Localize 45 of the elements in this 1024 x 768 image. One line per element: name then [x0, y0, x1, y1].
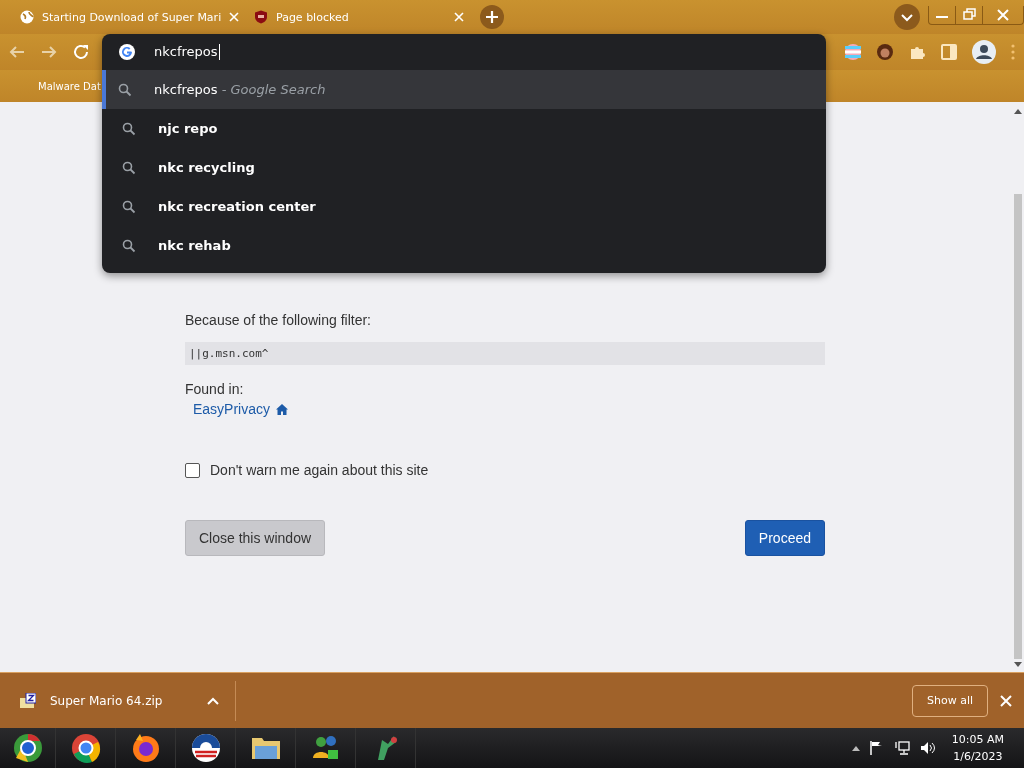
browser-icon[interactable] — [69, 732, 102, 764]
show-hidden-icon[interactable] — [851, 745, 860, 751]
network-icon[interactable] — [893, 741, 910, 755]
checkbox[interactable] — [185, 462, 200, 478]
show-all-button[interactable]: Show all — [911, 684, 988, 717]
speaker-icon[interactable] — [919, 741, 936, 755]
browser-icon[interactable] — [11, 732, 44, 764]
flag-circle-icon[interactable] — [844, 43, 862, 61]
proceed-button[interactable]: Proceed — [744, 520, 825, 556]
search-icon — [122, 238, 136, 253]
close-window-button[interactable]: Close this window — [185, 520, 326, 556]
filter-label: Because of the following filter: — [185, 312, 372, 328]
chevron-up-icon[interactable] — [207, 696, 219, 705]
suggestion-item[interactable]: njc repo — [102, 109, 826, 148]
side-panel-icon[interactable] — [940, 43, 958, 61]
scroll-down-icon[interactable] — [1014, 662, 1022, 668]
download-item[interactable]: Super Mario 64.zip — [0, 680, 236, 721]
avatar-icon[interactable] — [876, 43, 894, 61]
scroll-up-icon[interactable] — [1014, 108, 1022, 114]
suggestion-item[interactable]: nkc recreation center — [102, 187, 826, 226]
search-icon — [118, 82, 132, 97]
suggestion-item[interactable]: nkcfrepos - Google Search — [102, 70, 826, 109]
new-tab-icon[interactable] — [480, 5, 504, 29]
search-icon — [122, 199, 136, 214]
rising-sun-icon[interactable] — [189, 732, 222, 764]
found-label: Found in: — [185, 381, 245, 397]
reload-icon[interactable] — [72, 43, 90, 61]
profile-icon[interactable] — [972, 40, 996, 64]
clock-date[interactable]: 1/6/2023 — [953, 748, 1003, 765]
zip-file-icon — [20, 692, 36, 709]
shield-icon — [254, 10, 268, 24]
address-field[interactable]: nkcfrepos — [102, 34, 826, 70]
google-g-icon — [118, 43, 136, 61]
list-link[interactable]: EasyPrivacy — [193, 401, 271, 417]
suggestion-item[interactable]: nkc rehab — [102, 226, 826, 265]
search-icon — [122, 160, 136, 175]
clock-time[interactable]: 10:05 AM — [951, 731, 1004, 748]
checkbox-label: Don't warn me again about this site — [210, 462, 429, 478]
scrollbar-thumb[interactable] — [1014, 194, 1022, 659]
suggestion-item[interactable]: nkc recycling — [102, 148, 826, 187]
chevron-down-icon[interactable] — [894, 4, 920, 30]
search-icon — [122, 121, 136, 136]
home-icon[interactable] — [276, 403, 289, 415]
globe-icon — [20, 10, 34, 24]
filter-code: ||g.msn.com^ — [185, 342, 825, 365]
